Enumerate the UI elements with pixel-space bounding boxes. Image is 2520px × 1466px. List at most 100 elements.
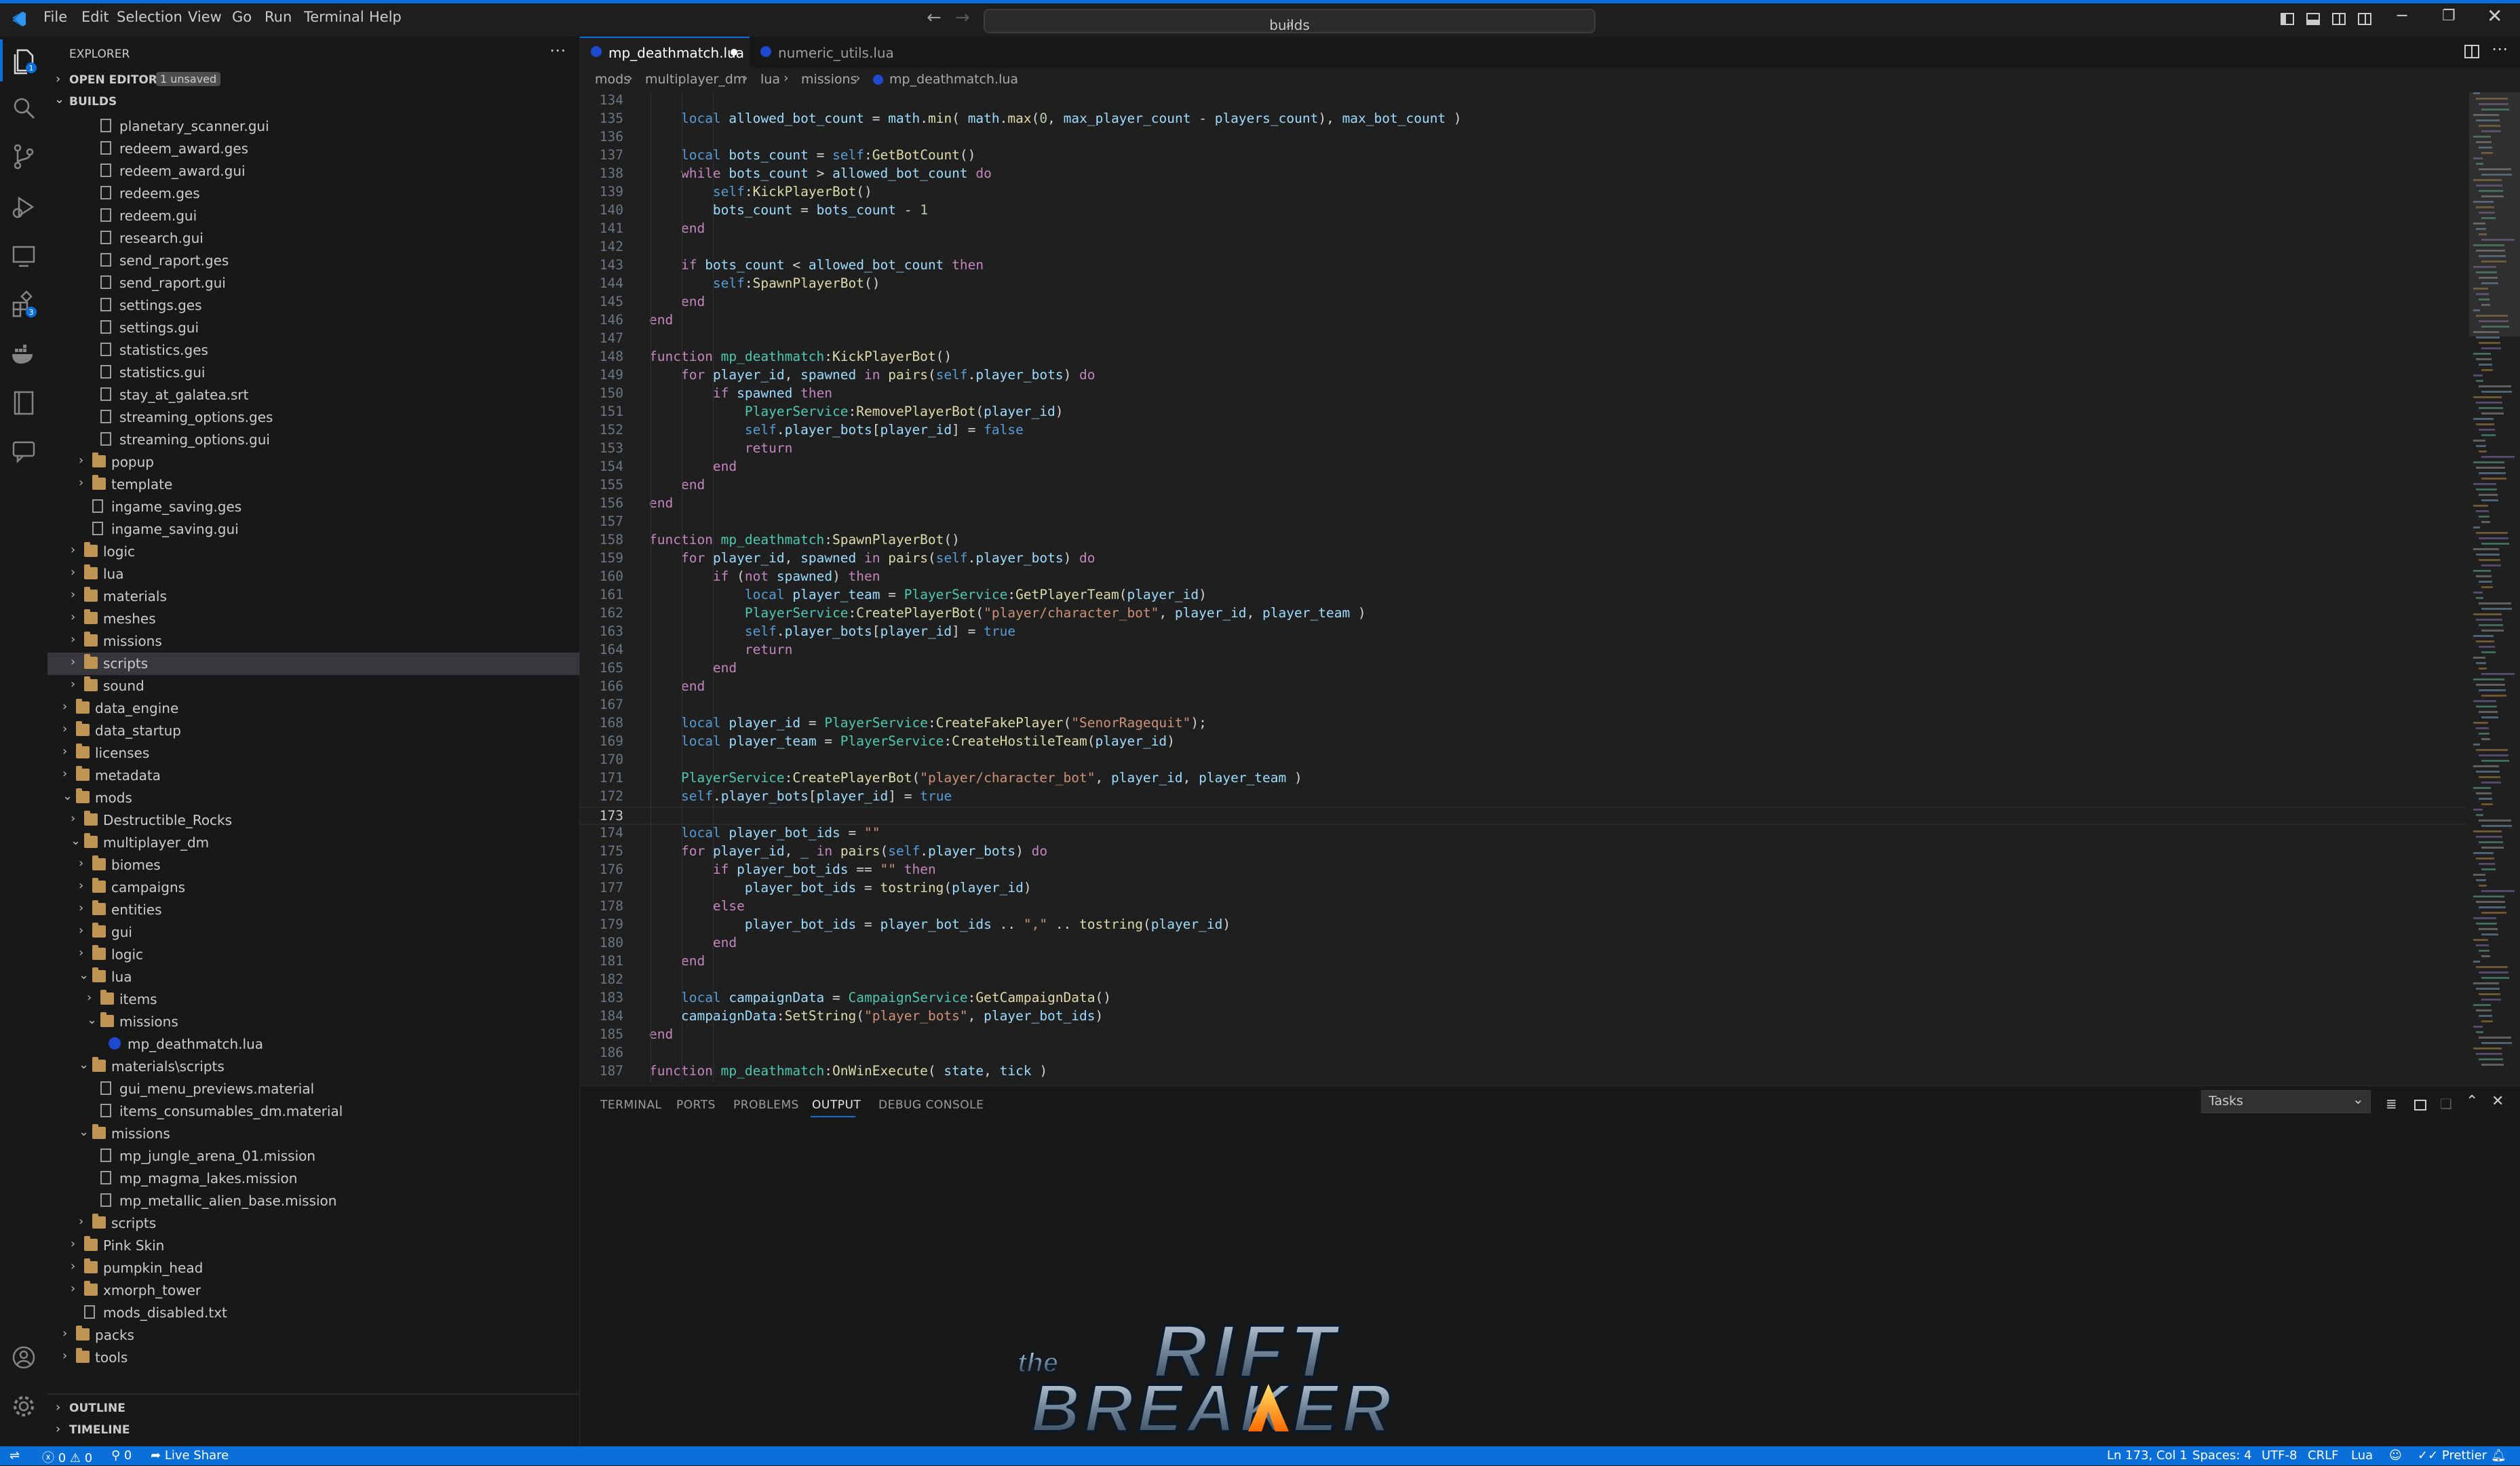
tree-folder[interactable]: › xmorph_tower <box>47 1279 579 1302</box>
tree-file[interactable]: mp_metallic_alien_base.mission <box>47 1190 579 1212</box>
forward-arrow-icon[interactable]: → <box>955 7 970 28</box>
code-line[interactable]: 164 return <box>580 642 2466 660</box>
tree-folder[interactable]: › gui <box>47 921 579 944</box>
code-line[interactable]: 151 PlayerService:RemovePlayerBot(player… <box>580 404 2466 422</box>
tree-folder[interactable]: › scripts <box>47 653 579 675</box>
code-line[interactable]: 186 <box>580 1045 2466 1063</box>
encoding[interactable]: UTF-8 <box>2262 1448 2297 1463</box>
code-line[interactable]: 183 local campaignData = CampaignService… <box>580 990 2466 1008</box>
tree-folder[interactable]: ⌄ multiplayer_dm <box>47 832 579 854</box>
code-line[interactable]: 167 <box>580 697 2466 715</box>
tree-file[interactable]: mp_jungle_arena_01.mission <box>47 1145 579 1168</box>
code-line[interactable]: 179 player_bot_ids = player_bot_ids .. "… <box>580 917 2466 935</box>
code-line[interactable]: 149 for player_id, spawned in pairs(self… <box>580 367 2466 385</box>
tree-file[interactable]: mp_deathmatch.lua <box>47 1033 579 1056</box>
tree-file[interactable]: send_raport.gui <box>47 272 579 294</box>
output-channel-select[interactable]: Tasks ⌄ <box>2201 1090 2371 1113</box>
tree-folder[interactable]: › logic <box>47 944 579 966</box>
manage-gear-icon[interactable] <box>8 1391 39 1422</box>
tree-folder[interactable]: › packs <box>47 1324 579 1347</box>
customize-layout-icon[interactable] <box>2358 13 2371 25</box>
tree-folder[interactable]: › entities <box>47 899 579 921</box>
code-line[interactable]: 150 if spawned then <box>580 385 2466 404</box>
remote-explorer-icon[interactable] <box>8 240 39 271</box>
tree-file[interactable]: research.gui <box>47 227 579 250</box>
code-line[interactable]: 173 <box>580 807 2466 825</box>
explorer-more-icon[interactable]: ⋯ <box>549 41 566 60</box>
code-line[interactable]: 145 end <box>580 294 2466 312</box>
code-line[interactable]: 154 end <box>580 459 2466 477</box>
tree-file[interactable]: redeem.ges <box>47 182 579 205</box>
code-line[interactable]: 135 local allowed_bot_count = math.min( … <box>580 111 2466 129</box>
code-line[interactable]: 181 end <box>580 953 2466 971</box>
tree-folder[interactable]: › scripts <box>47 1212 579 1235</box>
open-editors-header[interactable]: › OPEN EDITORS 1 unsaved <box>47 71 579 91</box>
code-line[interactable]: 147 <box>580 330 2466 349</box>
menu-run[interactable]: Run <box>265 9 292 25</box>
minimap[interactable] <box>2469 92 2520 1083</box>
tree-folder[interactable]: › meshes <box>47 608 579 630</box>
builds-header[interactable]: ⌄ BUILDS <box>47 92 579 113</box>
breadcrumb-multiplayer-dm[interactable]: multiplayer_dm <box>645 72 745 87</box>
tree-file[interactable]: ingame_saving.ges <box>47 496 579 518</box>
code-line[interactable]: 136 <box>580 129 2466 147</box>
code-line[interactable]: 137 local bots_count = self:GetBotCount(… <box>580 147 2466 166</box>
remote-icon[interactable]: ⇌ <box>9 1448 20 1463</box>
tree-folder[interactable]: › template <box>47 474 579 496</box>
tree-file[interactable]: settings.ges <box>47 294 579 317</box>
tree-folder[interactable]: ⌄ missions <box>47 1011 579 1033</box>
ports-indicator[interactable]: ⚲ 0 <box>111 1448 132 1463</box>
tree-folder[interactable]: › missions <box>47 630 579 653</box>
tree-file[interactable]: statistics.gui <box>47 362 579 384</box>
code-line[interactable]: 140 bots_count = bots_count - 1 <box>580 202 2466 220</box>
tree-folder[interactable]: ⌄ missions <box>47 1123 579 1145</box>
code-line[interactable]: 158 function mp_deathmatch:SpawnPlayerBot… <box>580 532 2466 550</box>
code-line[interactable]: 182 <box>580 971 2466 990</box>
command-center-search[interactable]: ⌕ builds <box>984 9 1595 33</box>
tab-numeric-utils[interactable]: numeric_utils.lua <box>750 37 906 68</box>
lock-icon[interactable] <box>2414 1100 2426 1111</box>
code-line[interactable]: 175 for player_id, _ in pairs(self.playe… <box>580 843 2466 862</box>
menu-go[interactable]: Go <box>232 9 252 25</box>
code-line[interactable]: 160 if (not spawned) then <box>580 568 2466 587</box>
account-icon[interactable] <box>8 1342 39 1373</box>
code-line[interactable]: 166 end <box>580 678 2466 697</box>
minimap-slider[interactable] <box>2469 92 2520 336</box>
code-line[interactable]: 185 end <box>580 1026 2466 1045</box>
tree-folder[interactable]: › metadata <box>47 765 579 787</box>
close-panel-icon[interactable]: ✕ <box>2492 1093 2504 1110</box>
tree-file[interactable]: items_consumables_dm.material <box>47 1100 579 1123</box>
prettier-status[interactable]: ✓✓ Prettier <box>2418 1448 2487 1463</box>
code-line[interactable]: 134 <box>580 92 2466 111</box>
code-line[interactable]: 148 function mp_deathmatch:KickPlayerBot(… <box>580 349 2466 367</box>
maximize-panel-icon[interactable]: ⌃ <box>2466 1093 2478 1110</box>
code-line[interactable]: 138 while bots_count > allowed_bot_count… <box>580 166 2466 184</box>
indentation[interactable]: Spaces: 4 <box>2192 1448 2251 1463</box>
tree-folder[interactable]: › data_engine <box>47 697 579 720</box>
tree-folder[interactable]: › logic <box>47 541 579 563</box>
code-line[interactable]: 153 return <box>580 440 2466 459</box>
cursor-position[interactable]: Ln 173, Col 1 <box>2107 1448 2188 1463</box>
toggle-primary-sidebar-icon[interactable] <box>2281 13 2294 25</box>
vscode-logo-icon[interactable] <box>9 10 27 28</box>
timeline-header[interactable]: › TIMELINE <box>47 1421 579 1441</box>
code-line[interactable]: 169 local player_team = PlayerService:Cr… <box>580 733 2466 752</box>
code-line[interactable]: 139 self:KickPlayerBot() <box>580 184 2466 202</box>
code-line[interactable]: 162 PlayerService:CreatePlayerBot("playe… <box>580 605 2466 623</box>
tree-file[interactable]: ingame_saving.gui <box>47 518 579 541</box>
minimize-icon[interactable]: ─ <box>2397 6 2407 25</box>
code-line[interactable]: 159 for player_id, spawned in pairs(self… <box>580 550 2466 568</box>
unsaved-dot-icon[interactable] <box>731 49 737 56</box>
copilot-icon[interactable]: ☺ <box>2389 1448 2402 1463</box>
tree-folder[interactable]: › data_startup <box>47 720 579 742</box>
tree-folder[interactable]: › popup <box>47 451 579 474</box>
outline-header[interactable]: › OUTLINE <box>47 1399 579 1419</box>
tree-file[interactable]: settings.gui <box>47 317 579 339</box>
tree-folder[interactable]: › licenses <box>47 742 579 765</box>
code-line[interactable]: 178 else <box>580 898 2466 917</box>
tab-mp-deathmatch[interactable]: mp_deathmatch.lua <box>580 37 750 68</box>
panel-tab-output[interactable]: OUTPUT <box>812 1098 861 1112</box>
errors-indicator[interactable]: ⓧ 0 ⚠ 0 <box>42 1448 92 1466</box>
tree-folder[interactable]: › sound <box>47 675 579 697</box>
tree-folder[interactable]: ⌄ lua <box>47 966 579 988</box>
